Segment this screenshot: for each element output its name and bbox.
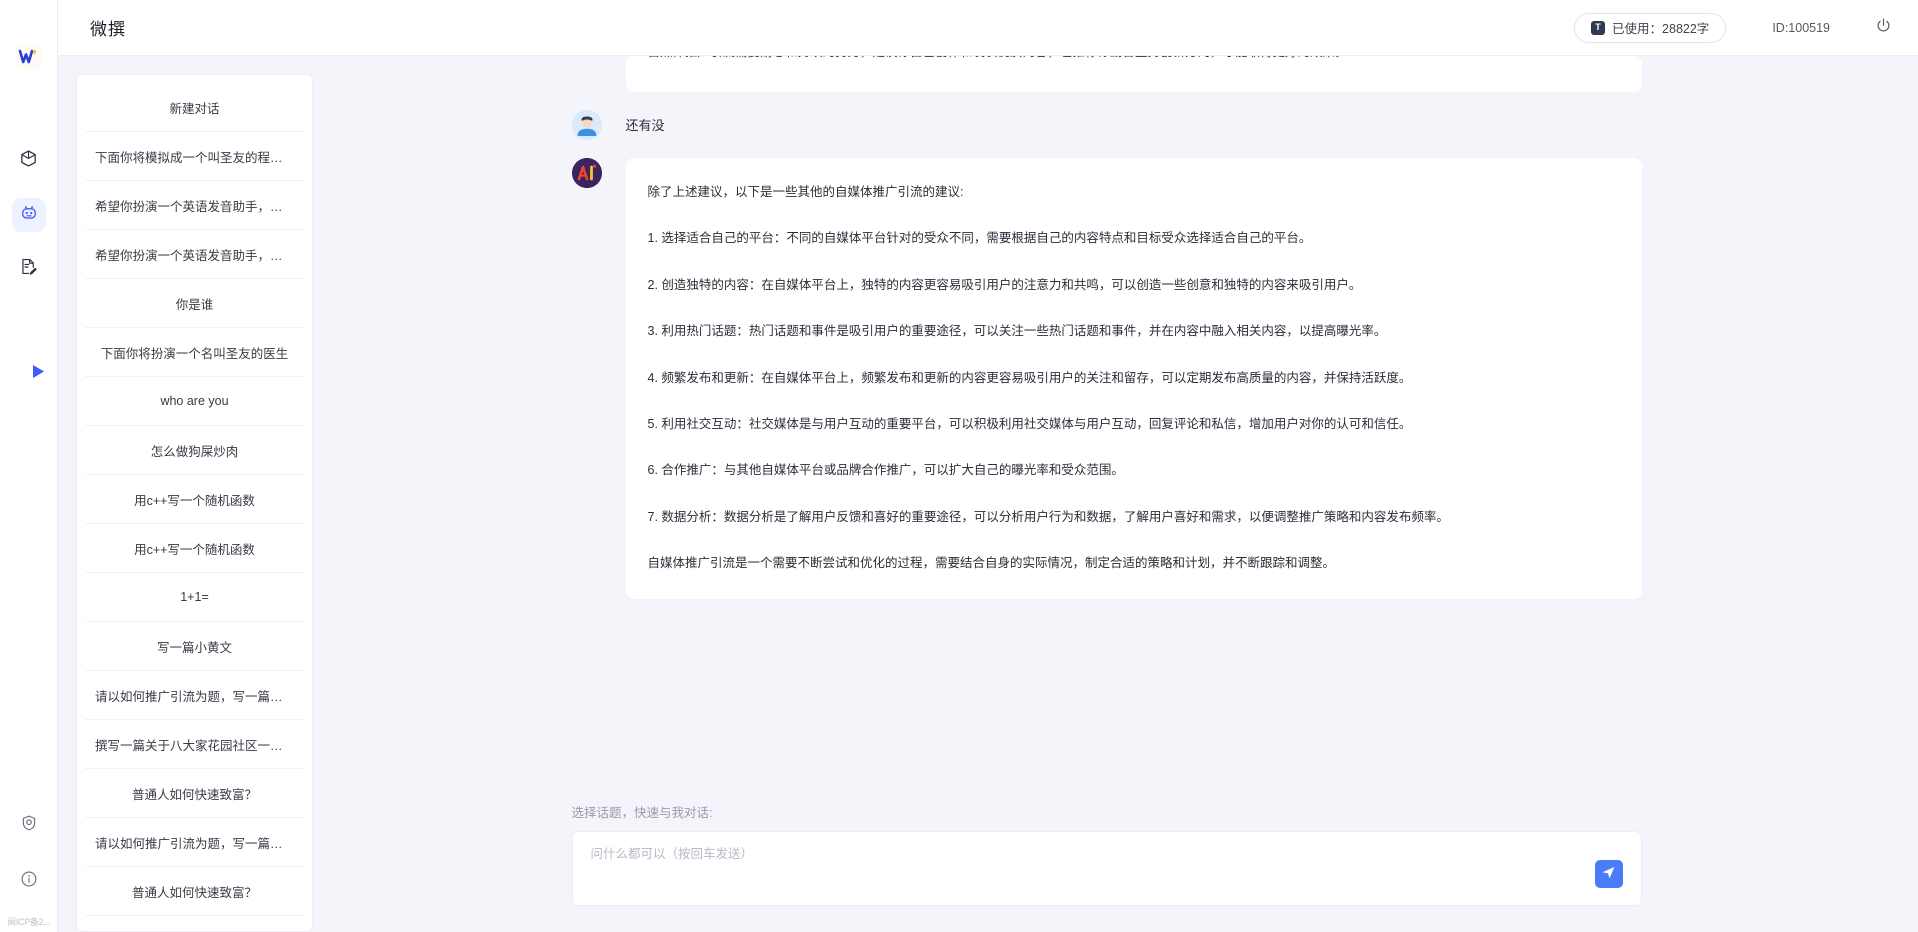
conversation-list: 新建对话 下面你将模拟成一个叫圣友的程序员，我说... 希望你扮演一个英语发音助手…: [76, 74, 313, 932]
conversation-item-label: 用c++写一个随机函数: [134, 542, 255, 557]
sidebar-item-workspace[interactable]: [12, 144, 46, 178]
ai-message-bubble: 除了上述建议，以下是一些其他的自媒体推广引流的建议: 1. 选择适合自己的平台：不…: [625, 158, 1642, 600]
user-id-label: ID:100519: [1772, 20, 1830, 35]
message-row-ai: 除了上述建议，以下是一些其他的自媒体推广引流的建议: 1. 选择适合自己的平台：不…: [571, 158, 1642, 600]
message-list: 自媒体推广引流需要耐心和持续的努力，建议你自己创作和发表优质内容，也推荐你勤奋坚…: [532, 56, 1682, 600]
content-body: 新建对话 下面你将模拟成一个叫圣友的程序员，我说... 希望你扮演一个英语发音助手…: [58, 56, 1918, 932]
logout-button[interactable]: [1872, 17, 1894, 39]
ai-paragraph: 除了上述建议，以下是一些其他的自媒体推广引流的建议:: [647, 185, 964, 199]
page-title: 微撰: [90, 20, 126, 39]
sidebar-item-documents[interactable]: [12, 252, 46, 286]
conversation-item-label: who are you: [160, 394, 229, 408]
conversation-item[interactable]: 希望你扮演一个英语发音助手，我提供给你...: [85, 181, 304, 230]
conversation-items: 下面你将模拟成一个叫圣友的程序员，我说... 希望你扮演一个英语发音助手，我提供给…: [85, 132, 304, 916]
sidebar-item-ai-chat[interactable]: [11, 198, 46, 232]
conversation-item[interactable]: 下面你将模拟成一个叫圣友的程序员，我说...: [85, 132, 304, 181]
conversation-item-label: 用c++写一个随机函数: [134, 493, 255, 508]
conversation-item-label: 下面你将扮演一个名叫圣友的医生: [100, 346, 289, 361]
message-input[interactable]: [572, 832, 1641, 905]
app-root: 闽ICP备2... 微撰 T 已使用：28822字 ID:100519 新建对话…: [0, 0, 1918, 932]
right-edge-strip: [1900, 56, 1918, 932]
conversation-item-label: 你是谁: [175, 297, 214, 312]
power-icon: [1875, 17, 1892, 39]
conversation-item[interactable]: 请以如何推广引流为题，写一篇大纲: [85, 671, 304, 720]
conversation-item[interactable]: 用c++写一个随机函数: [85, 524, 304, 573]
conversation-item[interactable]: who are you: [85, 377, 304, 426]
chat-column: 自媒体推广引流需要耐心和持续的努力，建议你自己创作和发表优质内容，也推荐你勤奋坚…: [313, 56, 1900, 932]
ai-paragraph: 1. 选择适合自己的平台：不同的自媒体平台针对的受众不同，需要根据自己的内容特点…: [647, 231, 1312, 246]
rail-bottom-nav: [0, 808, 57, 898]
ai-paragraph: 4. 频繁发布和更新：在自媒体平台上，频繁发布和更新的内容更容易吸引用户的关注和…: [647, 370, 1412, 385]
conversation-item-label: 撰写一篇关于八大家花园社区一刻钟便民生...: [95, 738, 294, 753]
new-chat-label: 新建对话: [169, 101, 220, 116]
ai-message-paragraphs: 除了上述建议，以下是一些其他的自媒体推广引流的建议: 1. 选择适合自己的平台：不…: [648, 180, 1614, 575]
conversation-item[interactable]: 用c++写一个随机函数: [85, 475, 304, 524]
user-message-text: 还有没: [625, 118, 665, 133]
conversation-item-label: 希望你扮演一个英语发音助手，我提供给你...: [95, 199, 294, 214]
conversation-item[interactable]: 普通人如何快速致富？: [85, 867, 304, 916]
conversation-item-label: 1+1=: [180, 590, 209, 604]
conversation-item-label: 下面你将模拟成一个叫圣友的程序员，我说...: [95, 150, 294, 165]
conversation-item[interactable]: 普通人如何快速致富？: [85, 769, 304, 818]
conversation-item-label: 普通人如何快速致富？: [131, 787, 257, 802]
new-chat-button[interactable]: 新建对话: [85, 83, 304, 132]
sidebar-item-security[interactable]: [12, 808, 46, 842]
message-row-user: 还有没: [571, 110, 1642, 140]
conversation-item[interactable]: 撰写一篇关于八大家花园社区一刻钟便民生...: [85, 720, 304, 769]
robot-icon: [19, 203, 39, 228]
w-logo-icon: [14, 42, 44, 72]
rail-nav: [11, 144, 46, 286]
ai-paragraph: 7. 数据分析：数据分析是了解用户反馈和喜好的重要途径，可以分析用户行为和数据，…: [647, 509, 1449, 524]
expand-arrow-icon: [32, 364, 45, 384]
conversation-item[interactable]: 下面你将扮演一个名叫圣友的医生: [85, 328, 304, 377]
conversation-item[interactable]: 1+1=: [85, 573, 304, 622]
previous-message-text: 自媒体推广引流需要耐心和持续的努力，建议你自己创作和发表优质内容，也推荐你勤奋坚…: [648, 56, 1348, 65]
left-icon-rail: 闽ICP备2...: [0, 0, 58, 932]
top-header: 微撰 T 已使用：28822字 ID:100519: [58, 0, 1918, 56]
conversation-item-label: 怎么做狗屎炒肉: [150, 444, 239, 459]
ai-paragraph: 3. 利用热门话题：热门话题和事件是吸引用户的重要途径，可以关注一些热门话题和事…: [647, 324, 1387, 339]
shield-icon: [20, 814, 38, 837]
conversation-item[interactable]: 你是谁: [85, 279, 304, 328]
conversation-item-label: 写一篇小黄文: [156, 640, 232, 655]
previous-message-clipped: 自媒体推广引流需要耐心和持续的努力，建议你自己创作和发表优质内容，也推荐你勤奋坚…: [625, 56, 1642, 92]
usage-label: 已使用：28822字: [1612, 22, 1710, 36]
send-icon: [1601, 865, 1616, 883]
conversation-item[interactable]: 怎么做狗屎炒肉: [85, 426, 304, 475]
cube-icon: [19, 149, 38, 173]
text-count-icon: T: [1591, 20, 1606, 35]
conversation-item[interactable]: 希望你扮演一个英语发音助手，我提供给你...: [85, 230, 304, 279]
ai-paragraph: 2. 创造独特的内容：在自媒体平台上，独特的内容更容易吸引用户的注意力和共鸣，可…: [647, 277, 1362, 292]
conversation-item-label: 普通人如何快速致富？: [131, 885, 257, 900]
document-edit-icon: [19, 257, 38, 281]
conversation-item-label: 请以如何推广引流为题，写一篇大纲: [95, 836, 294, 851]
main-area: 微撰 T 已使用：28822字 ID:100519 新建对话 下面你将模拟成一个…: [58, 0, 1918, 932]
conversation-item[interactable]: 写一篇小黄文: [85, 622, 304, 671]
icp-license-text: 闽ICP备2...: [7, 917, 50, 927]
usage-counter-button[interactable]: T 已使用：28822字: [1574, 12, 1727, 43]
user-avatar-icon: [571, 110, 602, 140]
chat-scroll-area[interactable]: 自媒体推广引流需要耐心和持续的努力，建议你自己创作和发表优质内容，也推荐你勤奋坚…: [313, 56, 1900, 788]
composer-hint: 选择话题，快速与我对话:: [571, 806, 713, 820]
conversation-item[interactable]: 请以如何推广引流为题，写一篇大纲: [85, 818, 304, 867]
ai-paragraph: 5. 利用社交互动：社交媒体是与用户互动的重要平台，可以积极利用社交媒体与用户互…: [647, 416, 1412, 431]
ai-paragraph: 6. 合作推广：与其他自媒体平台或品牌合作推广，可以扩大自己的曝光率和受众范围。: [647, 463, 1124, 478]
rail-expand-toggle[interactable]: [30, 364, 46, 384]
conversation-panel: 新建对话 下面你将模拟成一个叫圣友的程序员，我说... 希望你扮演一个英语发音助手…: [58, 56, 313, 932]
conversation-item-label: 希望你扮演一个英语发音助手，我提供给你...: [95, 248, 294, 263]
sidebar-item-about[interactable]: [12, 864, 46, 898]
composer-box: [571, 831, 1642, 906]
conversation-item-label: 请以如何推广引流为题，写一篇大纲: [95, 689, 294, 704]
ai-avatar-icon: [571, 158, 602, 188]
composer: 选择话题，快速与我对话:: [532, 788, 1682, 932]
info-icon: [20, 870, 38, 893]
send-button[interactable]: [1594, 860, 1623, 888]
ai-paragraph: 自媒体推广引流是一个需要不断尝试和优化的过程，需要结合自身的实际情况，制定合适的…: [647, 556, 1336, 570]
